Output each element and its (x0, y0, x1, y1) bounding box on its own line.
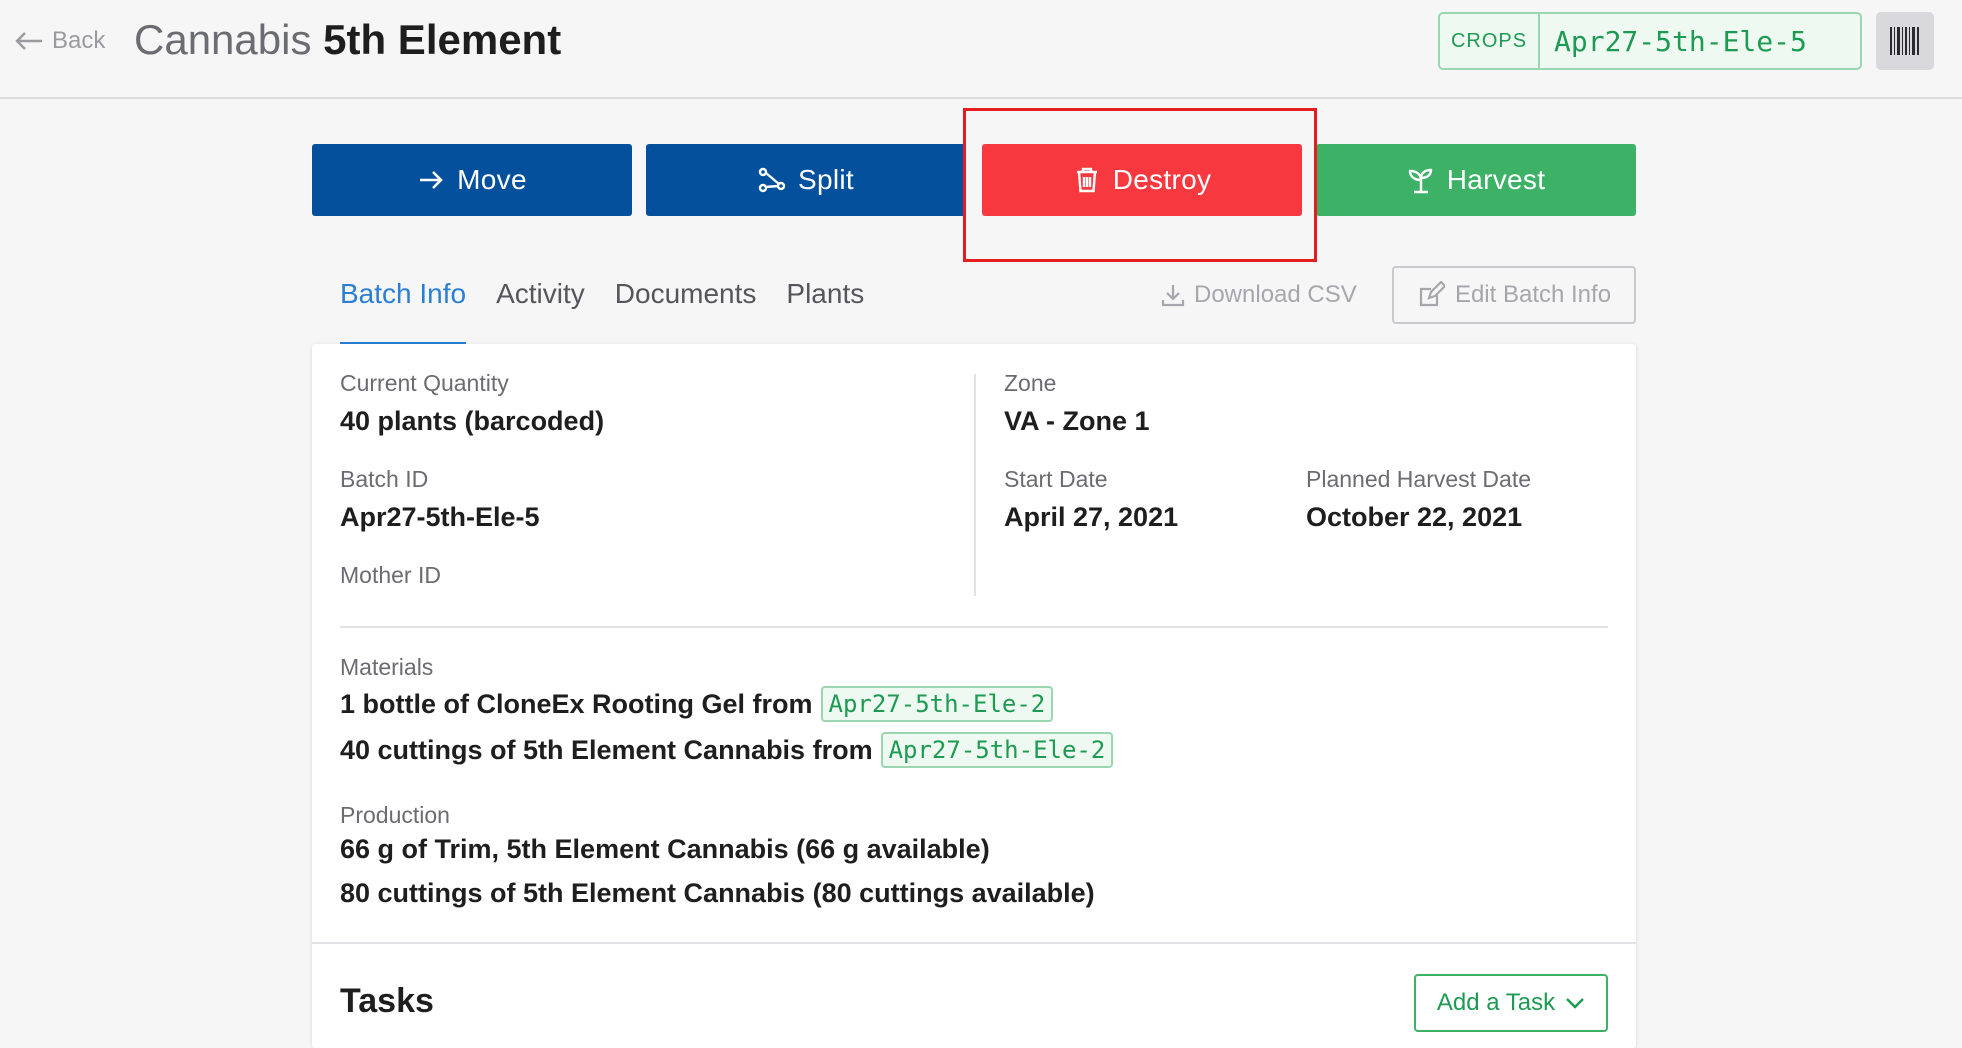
crops-batch-id: Apr27-5th-Ele-5 (1554, 24, 1807, 58)
move-label: Move (457, 164, 527, 195)
download-csv-label: Download CSV (1194, 281, 1357, 308)
planned-harvest-value: October 22, 2021 (1306, 502, 1523, 532)
material-item: 1 bottle of CloneEx Rooting Gel from Apr… (340, 686, 1054, 722)
start-date-label: Start Date (1004, 466, 1108, 492)
tasks-divider (312, 942, 1636, 944)
sprout-icon (1408, 168, 1432, 194)
production-label: Production (340, 802, 450, 828)
split-label: Split (798, 164, 854, 195)
arrow-right-icon (420, 171, 443, 189)
batch-actions: Move Split Destroy Harvest (312, 144, 1636, 216)
download-csv-button[interactable]: Download CSV (1160, 278, 1357, 312)
crops-batch-tag: CROPS Apr27-5th-Ele-5 (1438, 12, 1862, 70)
production-item: 66 g of Trim, 5th Element Cannabis (66 g… (340, 834, 990, 864)
materials-label: Materials (340, 654, 434, 680)
barcode-button[interactable] (1876, 12, 1934, 70)
batch-info-card: Current Quantity 40 plants (barcoded) Ba… (312, 344, 1636, 1048)
chevron-down-icon (1566, 998, 1585, 1009)
zone-value: VA - Zone 1 (1004, 406, 1150, 436)
destroy-label: Destroy (1112, 164, 1212, 195)
batch-id-label: Batch ID (340, 466, 429, 492)
back-link[interactable]: Back (14, 24, 105, 58)
material-item: 40 cuttings of 5th Element Cannabis from… (340, 732, 1114, 768)
planned-harvest-label: Planned Harvest Date (1306, 466, 1532, 492)
page-header: Back Cannabis 5th Element CROPS Apr27-5t… (0, 0, 1962, 99)
material-source-link[interactable]: Apr27-5th-Ele-2 (820, 686, 1054, 722)
start-date-value: April 27, 2021 (1004, 502, 1179, 532)
tasks-heading: Tasks (340, 982, 434, 1020)
title-crop-type: Cannabis (134, 16, 312, 63)
material-source-link[interactable]: Apr27-5th-Ele-2 (880, 732, 1114, 768)
split-icon (758, 167, 786, 193)
batch-tabs: Batch Info Activity Documents Plants (340, 268, 894, 350)
tab-activity[interactable]: Activity (496, 268, 585, 350)
barcode-icon (1890, 27, 1919, 55)
section-divider (340, 626, 1608, 628)
column-divider (974, 374, 976, 596)
split-button[interactable]: Split (646, 144, 966, 216)
harvest-button[interactable]: Harvest (1316, 144, 1636, 216)
edit-icon (1419, 281, 1445, 307)
current-quantity-value: 40 plants (barcoded) (340, 406, 605, 436)
add-task-button[interactable]: Add a Task (1414, 974, 1608, 1032)
production-item: 80 cuttings of 5th Element Cannabis (80 … (340, 878, 1095, 908)
mother-id-label: Mother ID (340, 562, 441, 588)
tab-batch-info[interactable]: Batch Info (340, 268, 467, 350)
material-text: 40 cuttings of 5th Element Cannabis from (340, 734, 873, 765)
page-title: Cannabis 5th Element (134, 14, 561, 66)
trash-icon (1076, 167, 1097, 193)
add-task-label: Add a Task (1436, 989, 1556, 1016)
tab-plants[interactable]: Plants (786, 268, 864, 350)
move-button[interactable]: Move (312, 144, 632, 216)
title-strain: 5th Element (323, 16, 562, 63)
arrow-left-icon (15, 32, 42, 50)
back-label: Back (52, 27, 106, 54)
download-icon (1161, 285, 1185, 307)
destroy-button[interactable]: Destroy (982, 144, 1302, 216)
harvest-label: Harvest (1446, 164, 1546, 195)
zone-label: Zone (1004, 370, 1057, 396)
material-text: 1 bottle of CloneEx Rooting Gel from (340, 688, 813, 719)
edit-batch-info-button[interactable]: Edit Batch Info (1392, 266, 1636, 324)
edit-batch-info-label: Edit Batch Info (1454, 281, 1612, 308)
current-quantity-label: Current Quantity (340, 370, 509, 396)
crops-label: CROPS (1440, 14, 1540, 68)
tab-documents[interactable]: Documents (615, 268, 757, 350)
batch-id-value: Apr27-5th-Ele-5 (340, 502, 540, 532)
